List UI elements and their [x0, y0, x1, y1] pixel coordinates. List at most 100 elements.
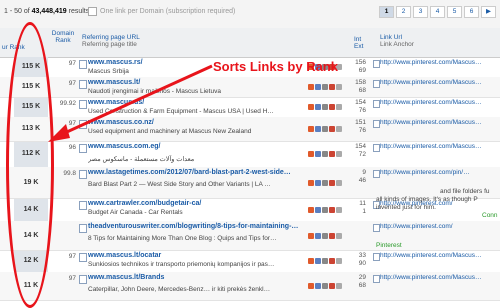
results-prefix: 1 - 50 of — [4, 8, 32, 15]
domain-header-label: Domain — [51, 30, 75, 37]
link-anchor-label: Link Anchor — [380, 41, 414, 48]
link-icon — [373, 170, 380, 178]
one-link-label: One link per Domain (subscription requir… — [100, 8, 236, 15]
row-action-icon[interactable] — [315, 206, 321, 213]
row-action-icon[interactable] — [322, 84, 328, 90]
row-action-icon[interactable] — [308, 283, 314, 289]
row-action-icon[interactable] — [336, 151, 342, 157]
link-url-header[interactable]: Link Url Link Anchor — [380, 34, 414, 48]
link-url[interactable]: http://www.pinterest.com/Mascus… — [380, 99, 482, 106]
link-url[interactable]: http://www.pinterest.com/Mascus… — [380, 252, 482, 259]
page-6[interactable]: 6 — [464, 6, 479, 18]
next-page-icon[interactable]: ▶ — [481, 6, 496, 18]
row-action-icon[interactable] — [329, 232, 335, 239]
link-url[interactable]: http://www.pinterest.com/pin/… — [380, 169, 470, 176]
ref-url-link[interactable]: www.lastagetimes.com/2012/07/bard-blast-… — [88, 169, 291, 176]
page-3[interactable]: 3 — [413, 6, 428, 18]
side-text-folders: and file folders fu — [440, 188, 490, 195]
ext-value: 90 — [358, 260, 366, 267]
row-action-icon[interactable] — [329, 126, 335, 132]
row-action-icon[interactable] — [315, 179, 321, 186]
row-action-icon[interactable] — [336, 258, 342, 264]
row-action-icon[interactable] — [308, 84, 314, 90]
side-text-conn: Conn — [482, 212, 498, 219]
link-url[interactable]: http://www.pinterest.com/Mascus… — [380, 79, 482, 86]
row-action-icon[interactable] — [322, 151, 328, 157]
int-ext-stats: 33 90 — [352, 252, 366, 268]
ref-title: Caterpillar, John Deere, Mercedes-Benz… … — [88, 286, 271, 293]
page-4[interactable]: 4 — [430, 6, 445, 18]
link-icon — [373, 100, 380, 108]
row-actions — [308, 232, 342, 239]
row-action-icon[interactable] — [336, 104, 342, 110]
domain-rank-header[interactable]: Domain Rank — [50, 30, 76, 44]
row-action-icon[interactable] — [322, 206, 328, 213]
page-2[interactable]: 2 — [396, 6, 411, 18]
row-action-icon[interactable] — [308, 258, 314, 264]
int-value: 154 — [355, 99, 366, 106]
row-action-icon[interactable] — [308, 232, 314, 239]
ref-url-link[interactable]: www.mascus.lt/ocatar — [88, 252, 161, 259]
domain-rank-cell: 97 — [68, 275, 76, 282]
row-action-icon[interactable] — [308, 104, 314, 110]
row-action-icon[interactable] — [336, 206, 342, 213]
row-action-icon[interactable] — [322, 104, 328, 110]
row-action-icon[interactable] — [329, 151, 335, 157]
ref-url-link[interactable]: www.mascus.com.eg/ — [88, 143, 161, 150]
page-icon — [79, 144, 87, 153]
row-action-icon[interactable] — [329, 206, 335, 213]
row-action-icon[interactable] — [336, 126, 342, 132]
row-action-icon[interactable] — [329, 104, 335, 110]
row-action-icon[interactable] — [329, 258, 335, 264]
int-ext-stats: 154 76 — [352, 99, 366, 115]
page-1[interactable]: 1 — [379, 6, 394, 18]
table-row: 19 K 99.8 www.lastagetimes.com/2012/07/b… — [0, 167, 500, 199]
ext-value: 46 — [358, 177, 366, 184]
row-action-icon[interactable] — [329, 283, 335, 289]
row-action-icon[interactable] — [329, 179, 335, 186]
row-action-icon[interactable] — [308, 151, 314, 157]
row-action-icon[interactable] — [336, 84, 342, 90]
one-link-per-domain-option[interactable]: One link per Domain (subscription requir… — [88, 7, 235, 16]
row-action-icon[interactable] — [336, 179, 342, 186]
page-5[interactable]: 5 — [447, 6, 462, 18]
ref-url-link[interactable]: www.cartrawler.com/budgetair-ca/ — [88, 200, 201, 207]
row-action-icon[interactable] — [308, 206, 314, 213]
ref-url-link[interactable]: theadventurouswriter.com/blogwriting/8-t… — [88, 223, 298, 230]
page-icon — [79, 170, 87, 179]
row-action-icon[interactable] — [322, 258, 328, 264]
row-action-icon[interactable] — [308, 126, 314, 132]
domain-rank-cell: 97 — [68, 253, 76, 260]
row-action-icon[interactable] — [315, 126, 321, 132]
link-url[interactable]: http://www.pinterest.com/Mascus… — [380, 59, 482, 66]
row-actions — [308, 258, 342, 264]
row-action-icon[interactable] — [322, 283, 328, 289]
row-action-icon[interactable] — [308, 179, 314, 186]
row-action-icon[interactable] — [329, 84, 335, 90]
link-url[interactable]: http://www.pinterest.com/ — [380, 223, 453, 230]
link-icon — [373, 60, 380, 68]
row-action-icon[interactable] — [322, 126, 328, 132]
row-action-icon[interactable] — [322, 179, 328, 186]
row-action-icon[interactable] — [315, 283, 321, 289]
rank-header-label: Rank — [55, 37, 71, 44]
pagination: 1 2 3 4 5 6 ▶ — [379, 6, 496, 18]
link-icon — [373, 275, 380, 283]
row-action-icon[interactable] — [322, 232, 328, 239]
row-action-icon[interactable] — [336, 232, 342, 239]
ext-value: 76 — [358, 127, 366, 134]
link-url[interactable]: http://www.pinterest.com/Mascus… — [380, 119, 482, 126]
link-url[interactable]: http://www.pinterest.com/Mascus… — [380, 274, 482, 281]
row-action-icon[interactable] — [315, 104, 321, 110]
one-link-checkbox[interactable] — [88, 7, 97, 16]
ref-url-header[interactable]: Referring page URL Referring page title — [82, 34, 140, 48]
row-action-icon[interactable] — [315, 232, 321, 239]
row-action-icon[interactable] — [315, 84, 321, 90]
row-action-icon[interactable] — [336, 283, 342, 289]
link-url-label: Link Url — [380, 34, 403, 41]
ref-url-link[interactable]: www.mascus.lt/Brands — [88, 274, 164, 281]
link-url[interactable]: http://www.pinterest.com/Mascus… — [380, 143, 482, 150]
row-action-icon[interactable] — [315, 258, 321, 264]
row-action-icon[interactable] — [315, 151, 321, 157]
int-ext-header[interactable]: Int Ext — [354, 36, 363, 50]
